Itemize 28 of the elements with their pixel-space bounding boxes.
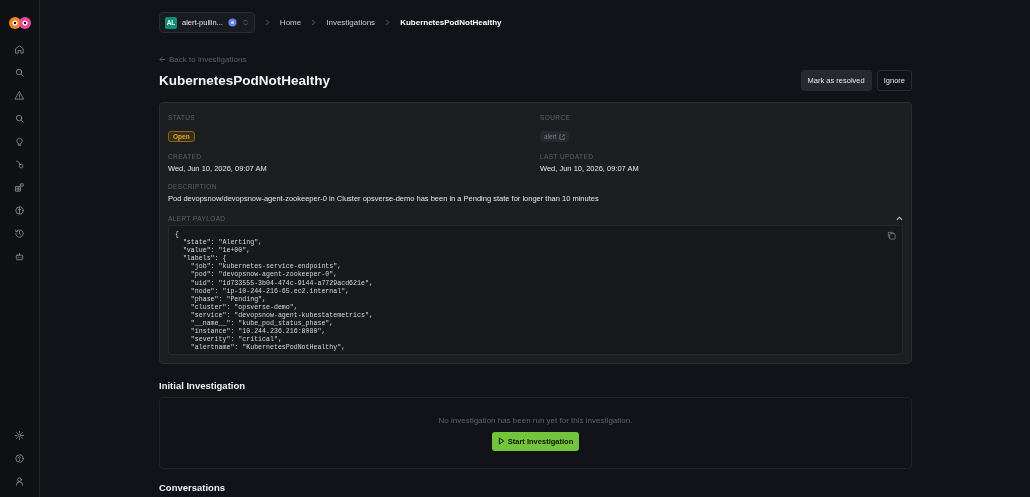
avatar-icon: [227, 18, 237, 27]
chevron-right-icon: [311, 19, 317, 26]
history-icon[interactable]: [14, 228, 25, 239]
lightbulb-icon[interactable]: [14, 136, 25, 147]
page-title: KubernetesPodNotHealthy: [159, 73, 331, 88]
section-heading: Conversations: [159, 482, 225, 493]
help-icon[interactable]: [14, 453, 25, 464]
breadcrumb-link[interactable]: Investigations: [326, 18, 376, 27]
copy-icon[interactable]: [887, 231, 896, 240]
chevron-right-icon: [264, 19, 270, 26]
warning-icon[interactable]: [14, 90, 25, 101]
logo-icon[interactable]: [7, 15, 32, 31]
collapse-icon[interactable]: [896, 216, 903, 221]
section-heading: Initial Investigation: [159, 380, 246, 391]
blocks-icon[interactable]: [14, 182, 25, 193]
robot-icon[interactable]: [14, 251, 25, 262]
chevron-right-icon: [385, 19, 391, 26]
user-icon[interactable]: [14, 476, 25, 487]
arrow-left-icon: [159, 56, 166, 63]
empty-state-text: No investigation has been run yet for this investigation.: [438, 415, 633, 425]
settings-icon[interactable]: [14, 430, 25, 441]
chevron-updown-icon: [241, 18, 249, 27]
play-icon: [497, 437, 505, 445]
home-icon[interactable]: [14, 44, 25, 55]
breadcrumb-link[interactable]: Home: [279, 18, 302, 27]
external-link-icon: [558, 133, 565, 140]
search-icon[interactable]: [14, 113, 25, 124]
search-icon[interactable]: [14, 67, 25, 78]
